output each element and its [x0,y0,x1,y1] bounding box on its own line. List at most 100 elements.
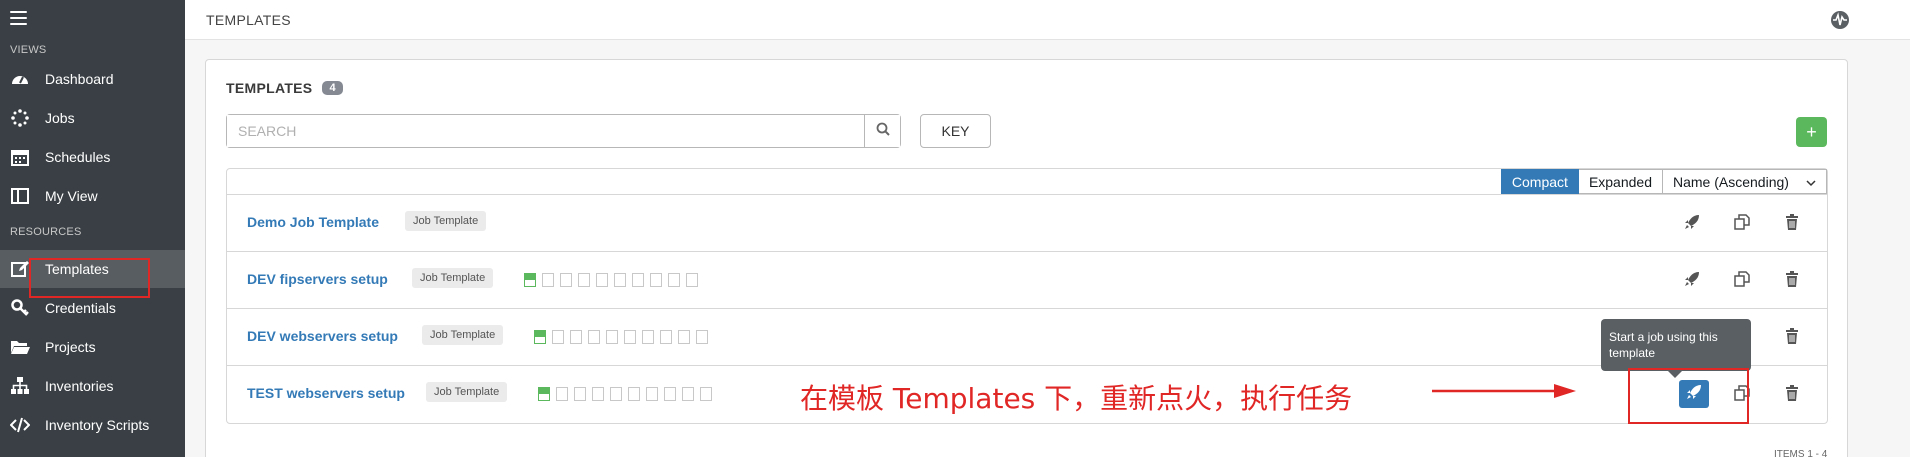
job-status-empty [574,387,586,401]
annotation-box-templates [29,258,150,298]
job-status-sparkline [534,330,714,344]
trash-icon [1785,213,1799,235]
hamburger-menu-icon[interactable] [10,11,27,25]
copy-icon [1734,270,1750,292]
job-status-empty [542,273,554,287]
code-icon [10,415,30,435]
job-status-ok[interactable] [538,387,550,401]
job-status-empty [696,330,708,344]
trash-icon [1785,384,1799,406]
dashboard-icon [10,69,30,89]
job-status-empty [678,330,690,344]
panel-title-text: TEMPLATES [226,80,313,96]
sort-dropdown[interactable]: Name (Ascending) [1663,169,1827,194]
rocket-icon [1684,214,1700,235]
jobs-icon [10,108,30,128]
sidebar-item-projects[interactable]: Projects [0,328,185,366]
sidebar: VIEWS Dashboard Jobs Schedules My View R… [0,0,185,457]
sidebar-item-label: Projects [45,339,96,355]
delete-button[interactable] [1779,211,1805,237]
table-row: Demo Job Template Job Template [227,194,1827,251]
job-status-empty [614,273,626,287]
launch-button[interactable] [1679,268,1705,294]
job-status-empty [668,273,680,287]
template-type-badge: Job Template [426,382,508,402]
trash-icon [1785,270,1799,292]
sitemap-icon [10,376,30,396]
sidebar-item-label: My View [45,188,98,204]
views-section-label: VIEWS [10,44,47,56]
search-button[interactable] [864,115,900,147]
list-toolbar: Compact Expanded Name (Ascending) [1500,169,1827,194]
delete-button[interactable] [1779,382,1805,408]
sidebar-item-my-view[interactable]: My View [0,177,185,215]
job-status-empty [606,330,618,344]
table-row: DEV fipservers setup Job Template [227,251,1827,308]
add-template-button[interactable]: + [1796,117,1827,147]
delete-button[interactable] [1779,268,1805,294]
template-name-link[interactable]: TEST webservers setup [247,385,405,401]
sidebar-item-label: Schedules [45,149,111,165]
search-icon [876,122,890,141]
job-status-empty [596,273,608,287]
job-status-empty [588,330,600,344]
count-badge: 4 [322,81,343,95]
search-input[interactable] [227,115,864,147]
page-title: TEMPLATES [206,12,291,28]
key-icon [10,298,30,318]
template-type-badge: Job Template [422,325,504,345]
sidebar-item-label: Jobs [45,110,75,126]
resources-section-label: RESOURCES [10,226,82,238]
trash-icon [1785,327,1799,349]
job-status-empty [700,387,712,401]
rocket-icon [1684,271,1700,292]
job-status-empty [592,387,604,401]
sidebar-item-label: Credentials [45,300,116,316]
sidebar-item-schedules[interactable]: Schedules [0,138,185,176]
annotation-text: 在模板 Templates 下，重新点火，执行任务 [800,382,1353,415]
calendar-icon [10,147,30,167]
job-status-empty [570,330,582,344]
delete-button[interactable] [1779,325,1805,351]
job-status-empty [624,330,636,344]
compact-view-toggle[interactable]: Compact [1500,169,1579,194]
template-name-link[interactable]: Demo Job Template [247,214,379,230]
template-type-badge: Job Template [412,268,494,288]
sidebar-item-label: Dashboard [45,71,114,87]
job-status-ok[interactable] [534,330,546,344]
search-bar [226,114,901,148]
key-button[interactable]: KEY [920,114,991,148]
activity-stream-icon[interactable] [1831,11,1849,29]
job-status-empty [556,387,568,401]
job-status-empty [660,330,672,344]
copy-button[interactable] [1729,211,1755,237]
job-status-empty [642,330,654,344]
job-status-empty [650,273,662,287]
sidebar-item-inventories[interactable]: Inventories [0,367,185,405]
sort-label: Name (Ascending) [1673,173,1789,190]
launch-button[interactable] [1679,211,1705,237]
sidebar-item-label: Inventories [45,378,114,394]
top-bar: TEMPLATES [185,0,1910,40]
template-type-badge: Job Template [405,211,487,231]
sidebar-item-dashboard[interactable]: Dashboard [0,60,185,98]
sidebar-item-inventory-scripts[interactable]: Inventory Scripts [0,406,185,444]
sidebar-item-label: Inventory Scripts [45,417,150,433]
template-name-link[interactable]: DEV webservers setup [247,328,398,344]
expanded-view-toggle[interactable]: Expanded [1578,169,1663,194]
sidebar-item-jobs[interactable]: Jobs [0,99,185,137]
template-name-link[interactable]: DEV fipservers setup [247,271,388,287]
job-status-empty [632,273,644,287]
job-status-empty [686,273,698,287]
my-view-icon [10,186,30,206]
launch-tooltip: Start a job using this template [1601,319,1751,378]
annotation-arrow-icon [1432,381,1576,406]
job-status-empty [646,387,658,401]
annotation-box-launch [1628,368,1749,424]
job-status-sparkline [524,273,704,287]
job-status-ok[interactable] [524,273,536,287]
folder-icon [10,337,30,357]
copy-button[interactable] [1729,268,1755,294]
chevron-down-icon [1806,174,1816,190]
copy-icon [1734,213,1750,235]
